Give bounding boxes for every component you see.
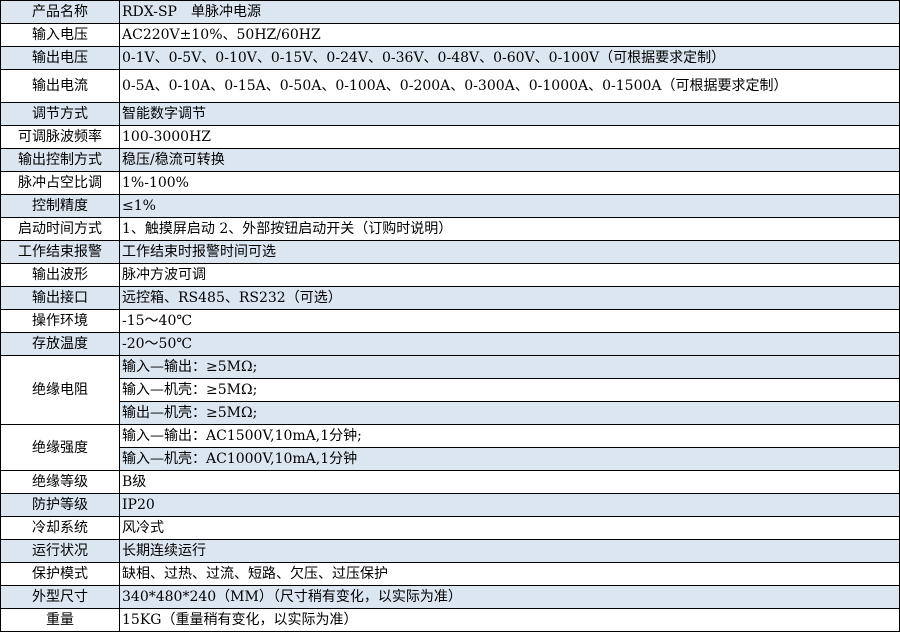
row-label: 重量 xyxy=(0,608,120,632)
table-row: 输入电压 AC220V±10%、50HZ/60HZ xyxy=(0,23,900,47)
row-value: RDX-SP 单脉冲电源 xyxy=(119,0,900,24)
row-label: 工作结束报警 xyxy=(0,240,120,264)
row-label: 可调脉波频率 xyxy=(0,125,120,149)
table-row: 防护等级 IP20 xyxy=(0,493,900,517)
row-value: IP20 xyxy=(119,493,900,517)
row-value: 长期连续运行 xyxy=(119,539,900,563)
table-row: 绝缘等级 B级 xyxy=(0,470,900,494)
row-value: -15～40℃ xyxy=(119,309,900,333)
row-label: 运行状况 xyxy=(0,539,120,563)
table-row: 绝缘强度 输入—输出：AC1500V,10mA,1分钟; xyxy=(0,424,900,471)
row-value: 缺相、过热、过流、短路、欠压、过压保护 xyxy=(119,562,900,586)
row-value: 远控箱、RS485、RS232（可选） xyxy=(119,286,900,310)
table-row: 重量 15KG（重量稍有变化，以实际为准） xyxy=(0,608,900,632)
row-value: 15KG（重量稍有变化，以实际为准） xyxy=(119,608,900,632)
row-value: B级 xyxy=(119,470,900,494)
table-row: 输出控制方式 稳压/稳流可转换 xyxy=(0,148,900,172)
table-row: 冷却系统 风冷式 xyxy=(0,516,900,540)
row-value: 输入—输出：AC1500V,10mA,1分钟; xyxy=(119,424,900,448)
row-value: 1、触摸屏启动 2、外部按钮启动开关（订购时说明） xyxy=(119,217,900,241)
row-value: 输入—机壳：≥5MΩ; xyxy=(119,378,900,402)
table-row: 输出电压 0-1V、0-5V、0-10V、0-15V、0-24V、0-36V、0… xyxy=(0,46,900,70)
row-value: 风冷式 xyxy=(119,516,900,540)
table-row: 存放温度 -20～50℃ xyxy=(0,332,900,356)
row-label: 调节方式 xyxy=(0,102,120,126)
table-row: 输入—机壳：AC1000V,10mA,1分钟 xyxy=(1,447,900,471)
row-value: 输出—机壳：≥5MΩ; xyxy=(119,401,900,425)
row-label: 存放温度 xyxy=(0,332,120,356)
row-label: 输出接口 xyxy=(0,286,120,310)
row-value: 0-1V、0-5V、0-10V、0-15V、0-24V、0-36V、0-48V、… xyxy=(119,46,900,70)
row-label: 启动时间方式 xyxy=(0,217,120,241)
table-row: 输出波形 脉冲方波可调 xyxy=(0,263,900,287)
table-row: 运行状况 长期连续运行 xyxy=(0,539,900,563)
row-label: 防护等级 xyxy=(0,493,120,517)
row-label: 产品名称 xyxy=(0,0,120,24)
row-value: 输入—机壳：AC1000V,10mA,1分钟 xyxy=(119,447,900,471)
row-label: 冷却系统 xyxy=(0,516,120,540)
table-row: 外型尺寸 340*480*240（MM）（尺寸稍有变化，以实际为准） xyxy=(0,585,900,609)
row-value: 0-5A、0-10A、0-15A、0-50A、0-100A、0-200A、0-3… xyxy=(119,69,900,103)
table-row: 启动时间方式 1、触摸屏启动 2、外部按钮启动开关（订购时说明） xyxy=(0,217,900,241)
table-row: 调节方式 智能数字调节 xyxy=(0,102,900,126)
row-value: AC220V±10%、50HZ/60HZ xyxy=(119,23,900,47)
row-value: 脉冲方波可调 xyxy=(119,263,900,287)
row-label: 保护模式 xyxy=(0,562,120,586)
table-row: 可调脉波频率 100-3000HZ xyxy=(0,125,900,149)
table-row: 输入—机壳：≥5MΩ; xyxy=(1,378,900,402)
row-label: 输出波形 xyxy=(0,263,120,287)
row-label: 输出控制方式 xyxy=(0,148,120,172)
table-row: 脉冲占空比调 1%-100% xyxy=(0,171,900,195)
row-label: 输出电流 xyxy=(0,69,120,103)
row-label: 控制精度 xyxy=(0,194,120,218)
row-value: 稳压/稳流可转换 xyxy=(119,148,900,172)
row-value: 100-3000HZ xyxy=(119,125,900,149)
row-label: 操作环境 xyxy=(0,309,120,333)
table-row: 输出电流 0-5A、0-10A、0-15A、0-50A、0-100A、0-200… xyxy=(0,69,900,103)
row-value: 智能数字调节 xyxy=(119,102,900,126)
row-value: 340*480*240（MM）（尺寸稍有变化，以实际为准） xyxy=(119,585,900,609)
row-label: 脉冲占空比调 xyxy=(0,171,120,195)
row-label: 绝缘电阻 xyxy=(0,355,120,425)
spec-table: 产品名称 RDX-SP 单脉冲电源 输入电压 AC220V±10%、50HZ/6… xyxy=(0,0,900,632)
table-row: 绝缘电阻 输入—输出：≥5MΩ; xyxy=(0,355,900,425)
row-value: -20～50℃ xyxy=(119,332,900,356)
row-label: 绝缘等级 xyxy=(0,470,120,494)
row-value: ≤1% xyxy=(119,194,900,218)
table-row: 工作结束报警 工作结束时报警时间可选 xyxy=(0,240,900,264)
row-label: 绝缘强度 xyxy=(0,424,120,471)
row-value: 输入—输出：≥5MΩ; xyxy=(119,355,900,379)
table-row: 输出—机壳：≥5MΩ; xyxy=(1,401,900,425)
table-row: 保护模式 缺相、过热、过流、短路、欠压、过压保护 xyxy=(0,562,900,586)
table-row: 产品名称 RDX-SP 单脉冲电源 xyxy=(0,0,900,24)
table-row: 控制精度 ≤1% xyxy=(0,194,900,218)
row-label: 输出电压 xyxy=(0,46,120,70)
table-row: 输出接口 远控箱、RS485、RS232（可选） xyxy=(0,286,900,310)
table-row: 操作环境 -15～40℃ xyxy=(0,309,900,333)
row-label: 外型尺寸 xyxy=(0,585,120,609)
row-value: 1%-100% xyxy=(119,171,900,195)
row-value: 工作结束时报警时间可选 xyxy=(119,240,900,264)
row-label: 输入电压 xyxy=(0,23,120,47)
